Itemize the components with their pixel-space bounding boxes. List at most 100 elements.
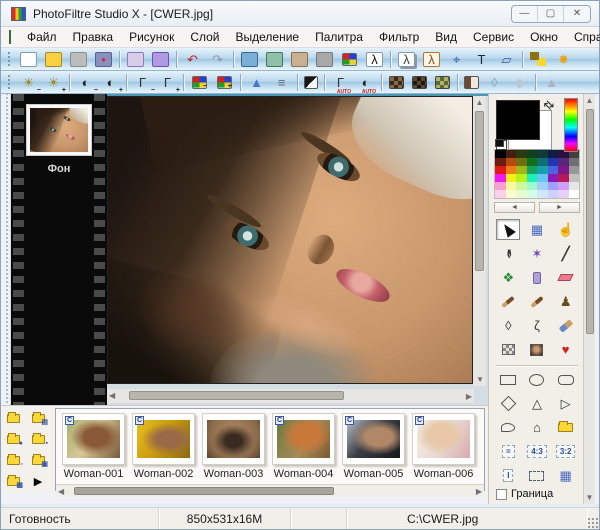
custom-shape-tool[interactable]: ♥ [554, 339, 578, 360]
palette-color[interactable] [537, 182, 548, 190]
nozzle-tool[interactable] [525, 339, 549, 360]
show-selection-icon[interactable]: ⌖ [445, 50, 468, 69]
palette-color[interactable] [495, 174, 506, 182]
blur-tool[interactable]: ◊ [496, 315, 520, 336]
scrollbar-thumb[interactable] [129, 391, 344, 400]
palette-color[interactable] [537, 158, 548, 166]
palette-color[interactable] [548, 158, 559, 166]
select-right-triangle[interactable]: ▷ [554, 393, 578, 414]
palette-color[interactable] [527, 166, 538, 174]
scan-icon[interactable] [152, 52, 169, 67]
thumb-woman-003[interactable]: Woman-003 [202, 413, 265, 480]
toolbar-grip[interactable] [7, 74, 12, 90]
palette-color[interactable] [495, 158, 506, 166]
saturation-plus-icon[interactable]: + [217, 76, 232, 89]
ratio-4-3[interactable]: 4:3 [525, 441, 549, 462]
save-as-icon[interactable]: • [95, 52, 112, 67]
palette-color[interactable] [506, 190, 517, 198]
browser-save-icon[interactable]: ▪ [28, 431, 48, 447]
palette-color[interactable] [506, 174, 517, 182]
menu-edit[interactable]: Правка [65, 28, 122, 46]
scroll-right-icon[interactable]: ▶ [464, 390, 474, 403]
menu-view[interactable]: Вид [427, 28, 465, 46]
palette-color[interactable] [495, 150, 506, 158]
mosaic-icon[interactable] [389, 76, 404, 89]
filter-man-icon[interactable]: λ [366, 52, 383, 67]
eraser-tool[interactable] [554, 267, 578, 288]
menu-service[interactable]: Сервис [465, 28, 522, 46]
palette-color[interactable] [558, 182, 569, 190]
palette-color[interactable] [548, 174, 559, 182]
panel-vertical-scrollbar[interactable]: ▲ ▼ [583, 94, 595, 504]
palette-color[interactable] [516, 174, 527, 182]
minimize-button[interactable]: — [512, 6, 538, 22]
canvas-vertical-scrollbar[interactable]: ▲ ▼ [473, 96, 486, 386]
photomask-icon[interactable]: ✸ [552, 50, 575, 69]
select-diamond[interactable] [496, 393, 520, 414]
explorer-icon[interactable] [527, 50, 550, 69]
select-polygon[interactable]: ⌂ [525, 417, 549, 438]
palette-color[interactable] [569, 158, 580, 166]
scrollbar-thumb[interactable] [586, 109, 594, 334]
palette-color[interactable] [527, 174, 538, 182]
thumb-woman-004[interactable]: C Woman-004 [272, 413, 335, 480]
gamma-minus-icon[interactable]: Γ− [131, 73, 154, 92]
menu-file[interactable]: Файл [19, 28, 65, 46]
fill-tool[interactable]: ❖ [496, 267, 520, 288]
print-icon[interactable] [127, 52, 144, 67]
menu-palette[interactable]: Палитра [307, 28, 371, 46]
resize-grip[interactable] [587, 517, 599, 529]
palette-color[interactable] [569, 182, 580, 190]
layer-manager-tool[interactable]: ▦ [525, 219, 549, 240]
magic-wand-tool[interactable]: ✶ [525, 243, 549, 264]
close-button[interactable]: ✕ [564, 6, 590, 22]
hand-tool[interactable]: ☝ [554, 219, 578, 240]
panel-grip[interactable] [1, 94, 11, 405]
auto-contrast-icon[interactable]: ◐AUTO [354, 73, 377, 92]
palette-color[interactable] [558, 158, 569, 166]
palette-color[interactable] [569, 190, 580, 198]
restore-button[interactable]: ▢ [538, 6, 564, 22]
palette-color[interactable] [527, 150, 538, 158]
scroll-right-icon[interactable]: ▶ [474, 485, 484, 498]
palette-color[interactable] [537, 190, 548, 198]
palette-color[interactable] [527, 190, 538, 198]
browser-export-icon[interactable]: ▤ [28, 410, 48, 426]
foreground-color-swatch[interactable] [496, 100, 540, 140]
palette-color[interactable] [506, 150, 517, 158]
scroll-left-icon[interactable]: ◀ [56, 485, 66, 498]
palette-color[interactable] [537, 174, 548, 182]
palette-color[interactable] [506, 158, 517, 166]
redo-icon[interactable]: ↷ [206, 50, 229, 69]
palette-color[interactable] [548, 166, 559, 174]
eyedropper-tool[interactable]: ✒ [496, 243, 520, 264]
gray-mode-icon[interactable] [316, 52, 333, 67]
thumb-woman-005[interactable]: C Woman-005 [342, 413, 405, 480]
palette-prev-button[interactable]: ◄ [494, 202, 535, 213]
palette-color[interactable] [537, 150, 548, 158]
layer-item-background[interactable] [26, 104, 92, 156]
smudge-tool[interactable]: ζ [525, 315, 549, 336]
negative-icon[interactable] [304, 76, 318, 89]
rgb-mode-icon[interactable] [342, 53, 357, 66]
border-checkbox[interactable] [496, 489, 507, 500]
menu-filter[interactable]: Фильтр [371, 28, 427, 46]
hue-bar[interactable] [564, 98, 578, 152]
palette-color[interactable] [516, 158, 527, 166]
palette-color[interactable] [506, 182, 517, 190]
image-canvas[interactable] [107, 96, 473, 384]
ratio-3-2[interactable]: 3:2 [554, 441, 578, 462]
contrast-minus-icon[interactable]: ◐− [74, 73, 97, 92]
line-tool[interactable]: ╱ [554, 243, 578, 264]
new-file-icon[interactable] [20, 52, 37, 67]
image-resize-icon[interactable] [241, 52, 258, 67]
gamma-plus-icon[interactable]: Γ+ [156, 73, 179, 92]
palette-color[interactable] [516, 166, 527, 174]
palette-color[interactable] [495, 190, 506, 198]
brightness-minus-icon[interactable]: ☀− [17, 73, 40, 92]
blur-icon[interactable]: ◊ [483, 73, 506, 92]
thumb-woman-001[interactable]: C Woman-001 [62, 413, 125, 480]
palette-color[interactable] [516, 190, 527, 198]
text-icon[interactable]: T [470, 50, 493, 69]
soften-icon[interactable] [464, 76, 479, 89]
